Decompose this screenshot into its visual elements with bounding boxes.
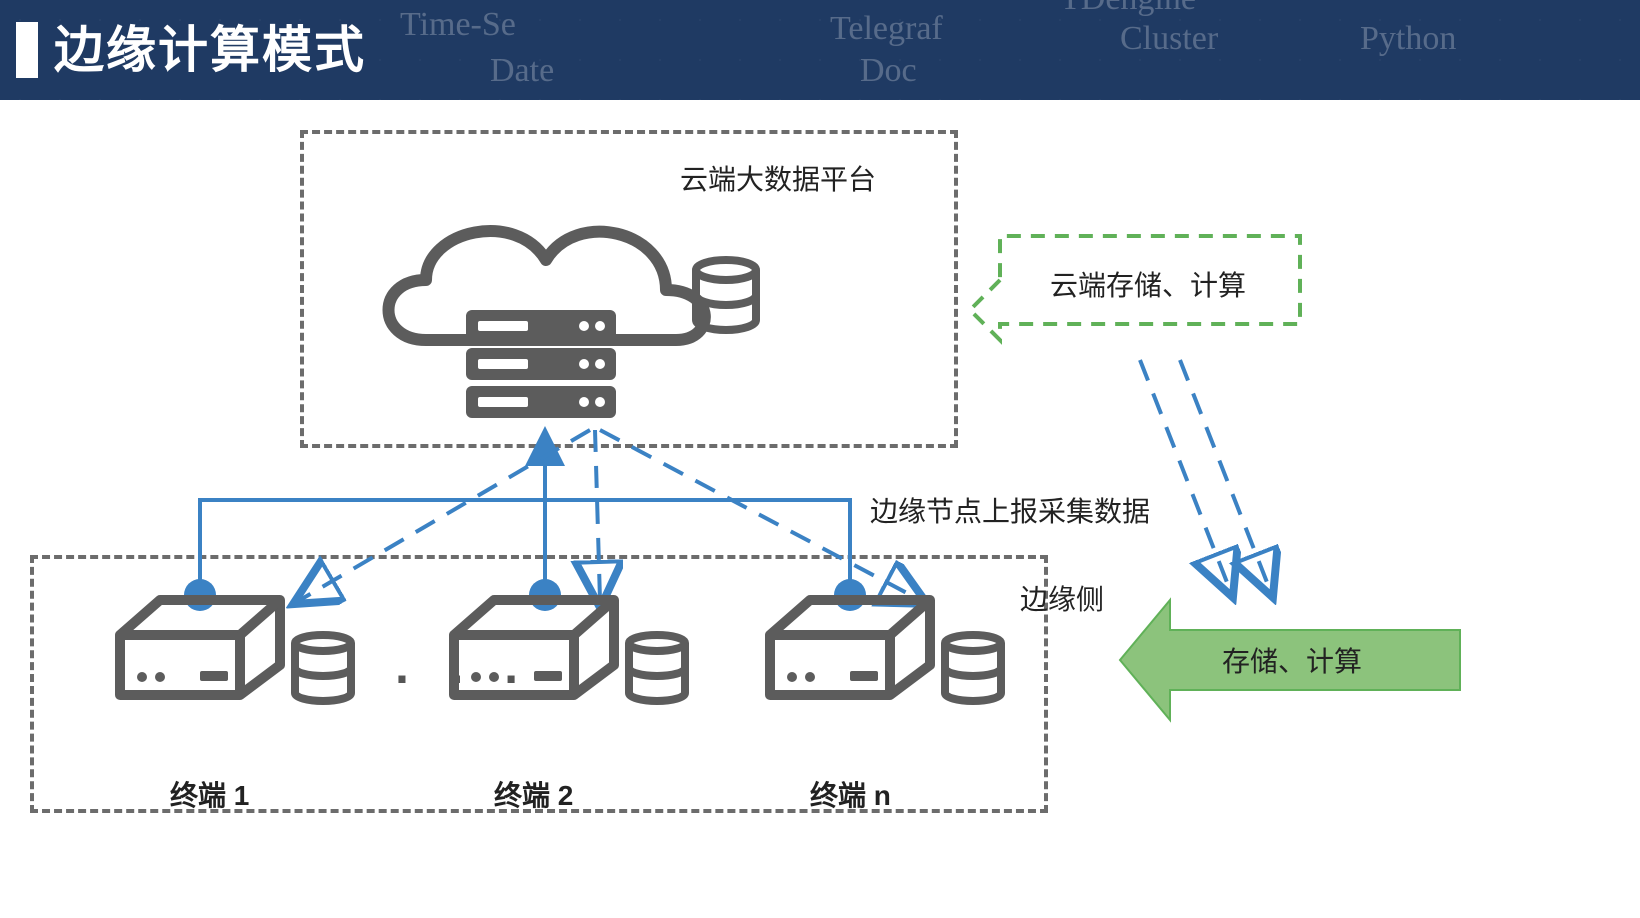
bg-word: Python: [1360, 20, 1456, 58]
bg-word: Telegraf: [830, 10, 943, 48]
bg-word: Date: [490, 52, 554, 90]
edge-callout-label: 存储、计算: [1222, 640, 1362, 680]
bg-word: Cluster: [1120, 20, 1218, 58]
edge-box-label: 边缘侧: [1020, 578, 1104, 618]
cloud-group-icon: [356, 200, 806, 435]
bg-word: TDengine: [1060, 0, 1196, 18]
bg-word: Time-Se: [400, 6, 516, 44]
slide-title: 边缘计算模式: [54, 10, 366, 82]
terminal-n-label: 终端 n: [810, 774, 891, 814]
terminal-2-label: 终端 2: [494, 774, 573, 814]
cloud-box-label: 云端大数据平台: [680, 158, 876, 198]
header-accent: [16, 22, 38, 78]
bg-word: Doc: [860, 52, 917, 90]
edge-report-label: 边缘节点上报采集数据: [870, 490, 1150, 530]
terminal-ellipsis: · · ·: [395, 650, 533, 708]
terminal-1-label: 终端 1: [170, 774, 249, 814]
slide-header: 边缘计算模式 Time-Se Date Telegraf Doc Cluster…: [0, 0, 1640, 100]
cloud-callout-label: 云端存储、计算: [1050, 264, 1246, 304]
